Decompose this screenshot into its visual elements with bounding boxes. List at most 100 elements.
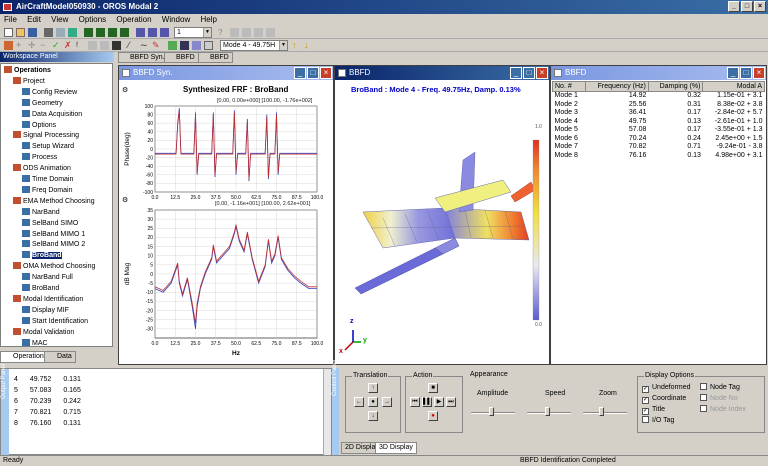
tree-item[interactable]: MAC <box>22 338 48 346</box>
menu-window[interactable]: Window <box>158 14 194 26</box>
col-frequency[interactable]: Frequency (Hz) <box>584 81 649 92</box>
doc-tab-bbfd-syn[interactable]: BBFD Syn. <box>118 52 169 63</box>
record-button[interactable]: ● <box>428 411 438 421</box>
list-item[interactable]: 7 70.821 0.715 <box>14 407 93 418</box>
maximize-button[interactable]: □ <box>741 1 753 12</box>
translate-up-button[interactable]: ↑ <box>368 383 378 393</box>
layout-icon[interactable] <box>136 28 145 37</box>
option-checkbox[interactable]: I/O Tag <box>642 416 674 425</box>
zoom-thumb[interactable] <box>599 407 604 416</box>
output-scrollbar[interactable] <box>323 369 331 455</box>
help-icon[interactable]: ? <box>218 28 227 37</box>
mode-combo[interactable]: Mode 4 - 49.75H ▼ <box>220 40 288 51</box>
tree-item[interactable]: Signal Processing <box>13 131 79 140</box>
frf-plot-area[interactable]: 0.0 12.5 25.0 37.5 50.0 62.5 75.0 87.5 100.0-100… <box>119 80 333 364</box>
tree-item[interactable]: SelBand MIMO 2 <box>22 240 85 249</box>
view3d-canvas[interactable]: BroBand : Mode 4 - Freq. 49.75Hz, Damp. … <box>335 80 549 364</box>
arrow-down-icon[interactable]: ↓ <box>304 41 313 50</box>
grid3-icon[interactable] <box>108 28 117 37</box>
table-row[interactable]: Mode 1 14.92 0.32 1.15e-01 + 3.1 <box>553 92 765 101</box>
doc-tab-bbfd-1[interactable]: BBFD <box>164 52 199 63</box>
new-icon[interactable] <box>4 28 13 37</box>
table-row[interactable]: Mode 4 49.75 0.13 -2.61e-01 + 1.0 <box>553 118 765 127</box>
preview-icon[interactable] <box>56 28 65 37</box>
marker-icon[interactable]: ✎ <box>152 41 161 50</box>
chart-icon[interactable] <box>68 28 77 37</box>
list-item[interactable]: 6 70.239 0.242 <box>14 396 93 407</box>
rewind-button[interactable]: ⏮ <box>410 397 420 407</box>
tree-item[interactable]: Freq Domain <box>22 185 72 195</box>
minimize-button[interactable]: _ <box>727 67 739 79</box>
option-checkbox[interactable]: ✓ Coordinate <box>642 394 686 404</box>
menu-view[interactable]: View <box>47 14 72 26</box>
translate-down-button[interactable]: ↓ <box>368 411 378 421</box>
layout2-icon[interactable] <box>148 28 157 37</box>
tree-item[interactable]: Modal Validation <box>13 327 74 337</box>
add-icon[interactable]: + <box>16 41 25 50</box>
translate-left-button[interactable]: ← <box>354 397 364 407</box>
layout3-icon[interactable] <box>160 28 169 37</box>
tree-item[interactable]: NarBand <box>22 207 60 217</box>
tree-item[interactable]: SelBand MIMO 1 <box>22 229 85 239</box>
function-icon[interactable]: f <box>76 41 85 50</box>
cross-icon[interactable]: ✗ <box>64 41 73 50</box>
menu-options[interactable]: Options <box>75 14 111 26</box>
grid-toggle-icon[interactable] <box>168 41 177 50</box>
table-icon[interactable] <box>180 41 189 50</box>
tree-item[interactable]: Operations <box>4 66 51 75</box>
translate-center-button[interactable]: ● <box>368 397 378 407</box>
minimize-button[interactable]: _ <box>294 67 306 79</box>
curve-icon[interactable]: ∼ <box>140 41 149 50</box>
frame-icon[interactable] <box>204 41 213 50</box>
col-no[interactable]: No. # <box>552 81 586 92</box>
forward-button[interactable]: ⏭ <box>446 397 456 407</box>
tab-operation[interactable]: Operation <box>0 351 48 363</box>
option-checkbox[interactable]: ✓ Undeformed <box>642 383 691 393</box>
pen-icon[interactable]: ⁄ <box>128 41 137 50</box>
table-row[interactable]: Mode 5 57.08 0.17 -3.55e-01 + 1.3 <box>553 126 765 135</box>
close-button[interactable]: × <box>320 67 332 79</box>
save-icon[interactable] <box>28 28 37 37</box>
check-icon[interactable]: ✓ <box>52 41 61 50</box>
list-item[interactable]: 8 76.160 0.131 <box>14 418 93 429</box>
tree-item[interactable]: BroBand <box>22 284 59 293</box>
tree-item[interactable]: Data Acquisition <box>22 109 82 119</box>
maximize-button[interactable]: □ <box>523 67 535 79</box>
translate-right-button[interactable]: → <box>382 397 392 407</box>
close-button[interactable]: × <box>753 67 765 79</box>
tree-item[interactable]: Project <box>13 76 45 86</box>
control-panel-side-tab[interactable]: Control Panel <box>332 360 339 455</box>
table-row[interactable]: Mode 3 36.41 0.17 -2.84e-02 + 5.7 <box>553 109 765 118</box>
channel-combo[interactable]: 1 ▼ <box>174 27 212 38</box>
menu-edit[interactable]: Edit <box>23 14 45 26</box>
tree-item[interactable]: Start Identification <box>22 316 88 326</box>
option-checkbox[interactable]: ✓ Title <box>642 405 665 415</box>
menu-file[interactable]: File <box>0 14 21 26</box>
menu-help[interactable]: Help <box>196 14 220 26</box>
open-icon[interactable] <box>16 28 25 37</box>
remove-icon[interactable]: − <box>40 41 49 50</box>
tree-item[interactable]: Geometry <box>22 98 63 108</box>
display-icon[interactable] <box>112 41 121 50</box>
list-item[interactable]: 5 57.083 0.165 <box>14 385 93 396</box>
table-row[interactable]: Mode 7 70.82 0.71 -9.24e-01 - 3.8 <box>553 143 765 152</box>
tab-data[interactable]: Data <box>44 351 76 363</box>
close-button[interactable]: × <box>754 1 766 12</box>
table-row[interactable]: Mode 2 25.56 0.31 8.38e-02 + 3.8 <box>553 101 765 110</box>
tree-item[interactable]: BroBand <box>22 251 62 260</box>
tree-item[interactable]: Time Domain <box>22 175 73 184</box>
list-item[interactable]: 4 49.752 0.131 <box>14 374 93 385</box>
col-damping[interactable]: Damping (%) <box>647 81 704 92</box>
speed-thumb[interactable] <box>545 407 550 416</box>
tree-item[interactable]: SelBand SIMO <box>22 218 78 228</box>
tree-item[interactable]: Setup Wizard <box>22 142 74 151</box>
close-button[interactable]: × <box>536 67 548 79</box>
menu-operation[interactable]: Operation <box>112 14 155 26</box>
play-button[interactable]: ▶ <box>434 397 444 407</box>
move-icon[interactable]: ✛ <box>28 41 37 50</box>
tree-item[interactable]: EMA Method Choosing <box>13 196 95 206</box>
stop-button[interactable]: ■ <box>428 383 438 393</box>
tab-3d-display[interactable]: 3D Display <box>375 442 417 454</box>
table-row[interactable]: Mode 6 70.24 0.24 2.45e+00 + 1.5 <box>553 135 765 144</box>
arrow-up-icon[interactable]: ↑ <box>292 41 301 50</box>
